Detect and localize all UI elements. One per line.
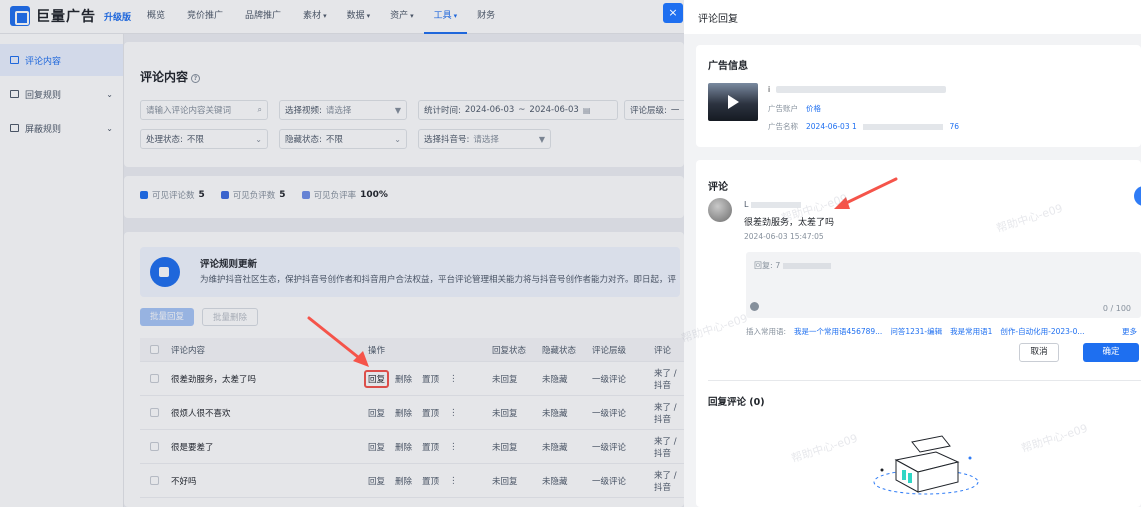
annotation-arrow-icon <box>307 316 369 367</box>
char-counter: 0 / 100 <box>1102 304 1131 313</box>
modal-overlay[interactable] <box>0 0 684 507</box>
divider <box>708 380 1141 381</box>
redacted-text <box>863 124 944 130</box>
template-link[interactable]: 我是常用语1 <box>950 326 992 337</box>
ad-account-row: 广告账户 价格 <box>768 104 821 113</box>
avatar <box>708 198 732 222</box>
redacted-text <box>776 86 946 93</box>
reply-prefix: 回复: 7 <box>754 260 832 271</box>
cancel-button[interactable]: 取消 <box>1019 343 1059 362</box>
reply-textarea[interactable]: 回复: 7 0 / 100 <box>746 252 1141 318</box>
comment-section-title: 评论 <box>708 182 728 193</box>
close-drawer-button[interactable]: × <box>663 3 683 23</box>
template-row: 插入常用语: 我是一个常用语456789... 问答1231-编辑 我是常用语1… <box>746 326 1085 337</box>
template-link[interactable]: 我是一个常用语456789... <box>794 326 882 337</box>
confirm-button[interactable]: 确定 <box>1083 343 1139 362</box>
reply-list-title: 回复评论 (0) <box>708 397 765 408</box>
ad-info-panel: 广告信息 i 广告账户 价格 广告名称 2024-06-03 1 76 <box>696 45 1141 147</box>
empty-state-icon <box>873 435 979 495</box>
comment-panel: 评论 L 很差劲服务，太差了吗 2024-06-03 15:47:05 回复: … <box>696 160 1141 507</box>
emoji-icon[interactable] <box>750 302 759 311</box>
drawer-title: 评论回复 <box>698 14 738 25</box>
play-icon <box>728 95 739 109</box>
drawer-header: 评论回复 <box>684 0 1141 34</box>
template-link[interactable]: 问答1231-编辑 <box>890 326 942 337</box>
ad-name-row: 广告名称 2024-06-03 1 76 <box>768 122 960 131</box>
video-thumbnail[interactable] <box>708 83 758 121</box>
ad-video-name: i <box>768 85 771 94</box>
comment-time: 2024-06-03 15:47:05 <box>744 232 824 241</box>
template-link[interactable]: 创作-自动化用-2023-0... <box>1000 326 1084 337</box>
ad-info-title: 广告信息 <box>708 61 748 72</box>
more-templates-link[interactable]: 更多 <box>1122 326 1137 337</box>
